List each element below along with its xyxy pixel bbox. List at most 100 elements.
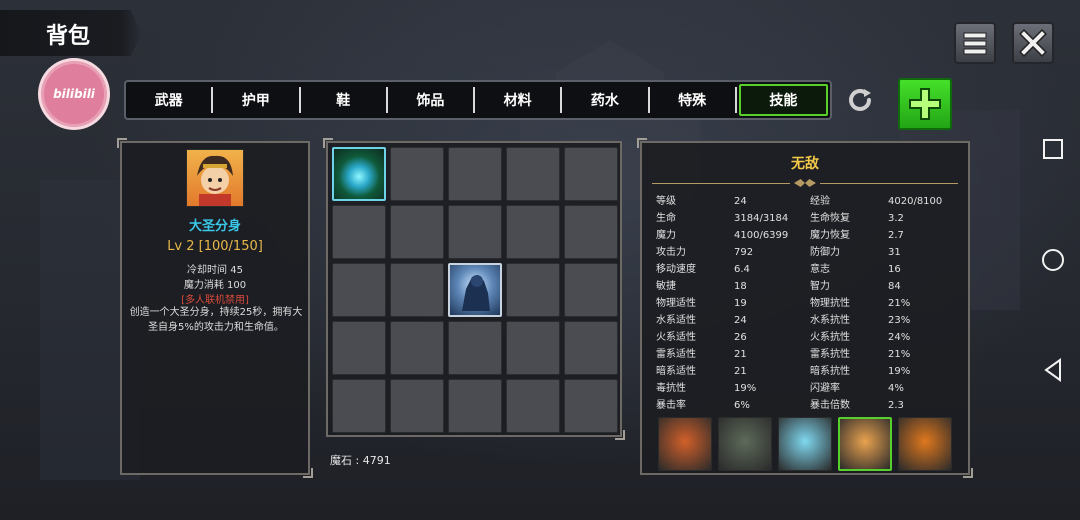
menu-button[interactable] — [954, 22, 996, 64]
stat-value: 21 — [734, 366, 747, 377]
skill-slot-orb[interactable] — [332, 147, 386, 201]
stat-label: 闪避率 — [810, 383, 840, 394]
add-button[interactable] — [898, 78, 952, 130]
stat-value: 4100/6399 — [734, 230, 789, 241]
recents-button[interactable] — [1040, 136, 1066, 162]
back-button[interactable] — [1040, 357, 1066, 383]
inventory-slot[interactable] — [332, 205, 386, 259]
tab-armor[interactable]: 护甲 — [213, 87, 301, 113]
stat-value: 2.7 — [888, 230, 904, 241]
stat-label: 移动速度 — [656, 264, 696, 275]
tab-accessories[interactable]: 饰品 — [388, 87, 475, 113]
stat-label: 魔力 — [656, 230, 676, 241]
inventory-slot[interactable] — [506, 205, 560, 259]
inventory-slot[interactable] — [448, 321, 502, 375]
hero-fire-fist[interactable] — [898, 417, 952, 471]
skill-slot-shadow-clone[interactable] — [448, 263, 502, 317]
stat-label: 攻击力 — [656, 247, 686, 258]
stat-label: 暗系适性 — [656, 366, 696, 377]
tab-special[interactable]: 特殊 — [650, 87, 737, 113]
stat-label: 物理抗性 — [810, 298, 850, 309]
category-tabs: 武器 护甲 鞋 饰品 材料 药水 特殊 技能 — [124, 80, 832, 120]
skill-icon — [186, 149, 244, 207]
tab-potions[interactable]: 药水 — [562, 87, 650, 113]
inventory-slot[interactable] — [390, 205, 444, 259]
stat-label: 暗系抗性 — [810, 366, 850, 377]
stat-value: 21% — [888, 349, 911, 360]
stats-panel: 无敌 等级 24 经验 4020/8100 生命 3184/3184 生命恢复 3.2 魔力 41… — [637, 138, 973, 478]
stat-label: 魔力恢复 — [810, 230, 850, 241]
stat-value: 24 — [734, 196, 747, 207]
close-button[interactable] — [1012, 22, 1054, 64]
inventory-slot[interactable] — [332, 263, 386, 317]
stat-value: 84 — [888, 281, 901, 292]
stat-label: 智力 — [810, 281, 830, 292]
logo-text: bilibili — [44, 64, 104, 124]
inventory-slot[interactable] — [390, 147, 444, 201]
stat-value: 24% — [888, 332, 911, 343]
skill-name: 大圣分身 — [188, 219, 241, 234]
inventory-slot[interactable] — [448, 205, 502, 259]
inventory-slot[interactable] — [506, 321, 560, 375]
stat-label: 生命恢复 — [810, 213, 850, 224]
refresh-icon — [849, 89, 871, 111]
inventory-slot[interactable] — [390, 321, 444, 375]
inventory-slot[interactable] — [448, 379, 502, 433]
inventory-slot[interactable] — [390, 379, 444, 433]
stat-value: 21% — [888, 298, 911, 309]
stat-value: 23% — [888, 315, 911, 326]
stat-value: 19% — [888, 366, 911, 377]
inventory-slot[interactable] — [506, 263, 560, 317]
stat-label: 水系抗性 — [810, 315, 850, 326]
close-icon — [1019, 29, 1047, 57]
inventory-slot[interactable] — [332, 379, 386, 433]
skill-description: 创造一个大圣分身，持续25秒，拥有大圣自身5%的攻击力和生命值。 — [129, 307, 303, 333]
page-title: 背包 — [46, 24, 91, 49]
circle-icon — [1042, 249, 1064, 271]
shadow-clone-icon — [462, 275, 490, 311]
stat-value: 24 — [734, 315, 747, 326]
tab-weapons[interactable]: 武器 — [126, 87, 214, 113]
currency-display: 魔石 : 4791 — [330, 454, 391, 467]
stat-value: 2.3 — [888, 400, 904, 411]
stat-label: 雷系适性 — [656, 349, 696, 360]
inventory-slot[interactable] — [564, 321, 618, 375]
stat-label: 经验 — [810, 196, 830, 207]
skill-mana-cost: 魔力消耗 100 — [183, 280, 247, 291]
home-button[interactable] — [1040, 247, 1066, 273]
tab-materials[interactable]: 材料 — [475, 87, 563, 113]
stat-label: 雷系抗性 — [810, 349, 850, 360]
inventory-slot[interactable] — [332, 321, 386, 375]
stat-value: 4% — [888, 383, 904, 394]
skill-multiplayer-warning: [多人联机禁用] — [181, 295, 249, 306]
stat-value: 792 — [734, 247, 754, 258]
refresh-button[interactable] — [842, 82, 878, 118]
stats-title: 无敌 — [791, 156, 819, 172]
bilibili-logo: bilibili — [38, 58, 110, 130]
stat-label: 等级 — [656, 196, 676, 207]
hero-ice-golem[interactable] — [778, 417, 832, 471]
inventory-slot[interactable] — [564, 147, 618, 201]
stat-label: 毒抗性 — [656, 383, 686, 394]
inventory-slot[interactable] — [564, 205, 618, 259]
inventory-slot[interactable] — [564, 379, 618, 433]
inventory-slot[interactable] — [390, 263, 444, 317]
stat-value: 31 — [888, 247, 901, 258]
stat-value: 4020/8100 — [888, 196, 943, 207]
skill-cooldown: 冷却时间 45 — [187, 265, 243, 276]
stat-value: 6% — [734, 400, 750, 411]
skill-detail-panel: 大圣分身 Lv 2 [100/150] 冷却时间 45 魔力消耗 100 [多人… — [117, 138, 313, 478]
plus-icon — [909, 88, 941, 120]
tab-shoes[interactable]: 鞋 — [301, 87, 388, 113]
inventory-slot[interactable] — [506, 147, 560, 201]
monkey-king-icon — [197, 155, 233, 206]
hero-monkey-king[interactable] — [838, 417, 892, 471]
stat-label: 防御力 — [810, 247, 840, 258]
inventory-slot[interactable] — [448, 147, 502, 201]
hero-lava-golem[interactable] — [658, 417, 712, 471]
tab-skills[interactable]: 技能 — [738, 84, 828, 116]
inventory-slot[interactable] — [564, 263, 618, 317]
stat-label: 物理适性 — [656, 298, 696, 309]
hero-stone-golem[interactable] — [718, 417, 772, 471]
inventory-slot[interactable] — [506, 379, 560, 433]
